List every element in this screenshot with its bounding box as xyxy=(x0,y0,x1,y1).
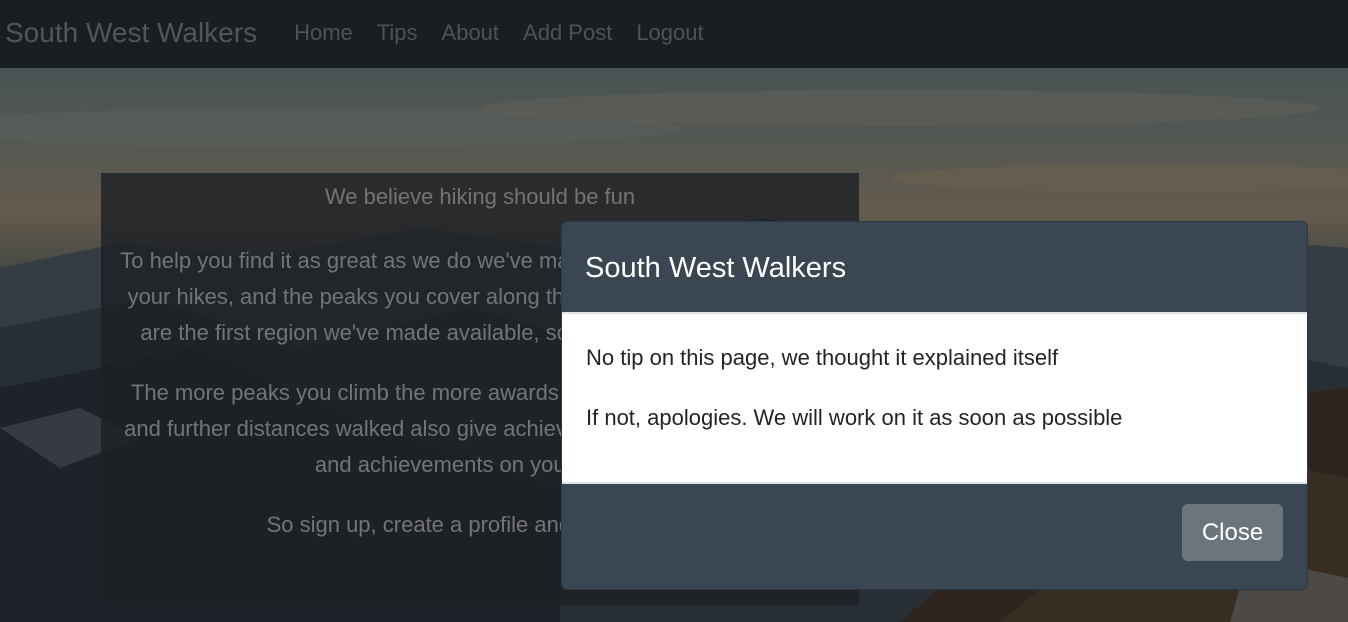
modal-tip-line-1: No tip on this page, we thought it expla… xyxy=(586,345,1059,370)
tip-modal: South West Walkers No tip on this page, … xyxy=(561,221,1308,590)
modal-body: No tip on this page, we thought it expla… xyxy=(562,314,1307,484)
modal-tip-line-2: If not, apologies. We will work on it as… xyxy=(586,405,1123,430)
modal-footer: Close xyxy=(562,484,1307,589)
modal-title: South West Walkers xyxy=(585,251,847,284)
modal-header: South West Walkers xyxy=(562,222,1307,314)
close-button[interactable]: Close xyxy=(1182,504,1283,561)
